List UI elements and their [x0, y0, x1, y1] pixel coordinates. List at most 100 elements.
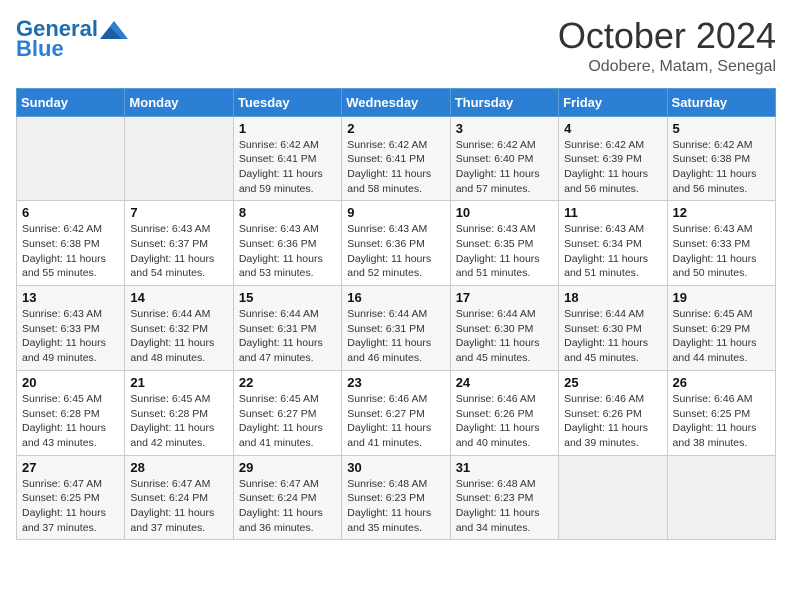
- day-info: Sunrise: 6:44 AM Sunset: 6:30 PM Dayligh…: [564, 307, 661, 366]
- logo-icon: [100, 21, 128, 39]
- day-number: 7: [130, 205, 227, 220]
- calendar-cell: 4 Sunrise: 6:42 AM Sunset: 6:39 PM Daylig…: [559, 116, 667, 201]
- day-number: 12: [673, 205, 770, 220]
- day-info: Sunrise: 6:42 AM Sunset: 6:40 PM Dayligh…: [456, 138, 553, 197]
- day-number: 4: [564, 121, 661, 136]
- day-info: Sunrise: 6:48 AM Sunset: 6:23 PM Dayligh…: [456, 477, 553, 536]
- day-number: 14: [130, 290, 227, 305]
- day-number: 22: [239, 375, 336, 390]
- day-info: Sunrise: 6:44 AM Sunset: 6:32 PM Dayligh…: [130, 307, 227, 366]
- calendar-cell: 6 Sunrise: 6:42 AM Sunset: 6:38 PM Daylig…: [17, 201, 125, 286]
- day-info: Sunrise: 6:46 AM Sunset: 6:25 PM Dayligh…: [673, 392, 770, 451]
- weekday-header-tuesday: Tuesday: [233, 88, 341, 116]
- calendar-cell: 27 Sunrise: 6:47 AM Sunset: 6:25 PM Dayli…: [17, 455, 125, 540]
- calendar-cell: 23 Sunrise: 6:46 AM Sunset: 6:27 PM Dayli…: [342, 370, 450, 455]
- calendar-cell: 13 Sunrise: 6:43 AM Sunset: 6:33 PM Dayli…: [17, 286, 125, 371]
- calendar-cell: 7 Sunrise: 6:43 AM Sunset: 6:37 PM Daylig…: [125, 201, 233, 286]
- day-number: 21: [130, 375, 227, 390]
- day-info: Sunrise: 6:48 AM Sunset: 6:23 PM Dayligh…: [347, 477, 444, 536]
- calendar-cell: [125, 116, 233, 201]
- calendar-cell: [559, 455, 667, 540]
- calendar-cell: 29 Sunrise: 6:47 AM Sunset: 6:24 PM Dayli…: [233, 455, 341, 540]
- day-number: 9: [347, 205, 444, 220]
- calendar-cell: 22 Sunrise: 6:45 AM Sunset: 6:27 PM Dayli…: [233, 370, 341, 455]
- day-number: 2: [347, 121, 444, 136]
- calendar-week-1: 1Sunrise: 6:42 AM Sunset: 6:41 PM Daylig…: [17, 116, 776, 201]
- day-info: Sunrise: 6:47 AM Sunset: 6:24 PM Dayligh…: [239, 477, 336, 536]
- day-number: 30: [347, 460, 444, 475]
- day-info: Sunrise: 6:45 AM Sunset: 6:28 PM Dayligh…: [130, 392, 227, 451]
- calendar-cell: 14 Sunrise: 6:44 AM Sunset: 6:32 PM Dayli…: [125, 286, 233, 371]
- day-number: 28: [130, 460, 227, 475]
- day-number: 13: [22, 290, 119, 305]
- calendar-cell: 21 Sunrise: 6:45 AM Sunset: 6:28 PM Dayli…: [125, 370, 233, 455]
- calendar-cell: 20 Sunrise: 6:45 AM Sunset: 6:28 PM Dayli…: [17, 370, 125, 455]
- calendar-week-2: 6 Sunrise: 6:42 AM Sunset: 6:38 PM Daylig…: [17, 201, 776, 286]
- day-info: Sunrise: 6:42 AM Sunset: 6:41 PM Dayligh…: [347, 138, 444, 197]
- location-title: Odobere, Matam, Senegal: [558, 58, 776, 76]
- day-info: Sunrise: 6:43 AM Sunset: 6:37 PM Dayligh…: [130, 222, 227, 281]
- weekday-header-friday: Friday: [559, 88, 667, 116]
- day-number: 24: [456, 375, 553, 390]
- day-number: 23: [347, 375, 444, 390]
- calendar-week-4: 20 Sunrise: 6:45 AM Sunset: 6:28 PM Dayli…: [17, 370, 776, 455]
- day-info: Sunrise: 6:45 AM Sunset: 6:28 PM Dayligh…: [22, 392, 119, 451]
- logo-blue-text: Blue: [16, 38, 64, 60]
- calendar-cell: 8Sunrise: 6:43 AM Sunset: 6:36 PM Daylig…: [233, 201, 341, 286]
- calendar-cell: 25 Sunrise: 6:46 AM Sunset: 6:26 PM Dayli…: [559, 370, 667, 455]
- day-number: 20: [22, 375, 119, 390]
- day-number: 6: [22, 205, 119, 220]
- calendar-cell: 28 Sunrise: 6:47 AM Sunset: 6:24 PM Dayli…: [125, 455, 233, 540]
- day-number: 19: [673, 290, 770, 305]
- weekday-header-thursday: Thursday: [450, 88, 558, 116]
- calendar-cell: 1Sunrise: 6:42 AM Sunset: 6:41 PM Daylig…: [233, 116, 341, 201]
- day-info: Sunrise: 6:46 AM Sunset: 6:26 PM Dayligh…: [564, 392, 661, 451]
- day-number: 27: [22, 460, 119, 475]
- day-info: Sunrise: 6:43 AM Sunset: 6:33 PM Dayligh…: [22, 307, 119, 366]
- calendar-cell: 2 Sunrise: 6:42 AM Sunset: 6:41 PM Daylig…: [342, 116, 450, 201]
- calendar-cell: [17, 116, 125, 201]
- day-info: Sunrise: 6:44 AM Sunset: 6:30 PM Dayligh…: [456, 307, 553, 366]
- day-number: 5: [673, 121, 770, 136]
- day-info: Sunrise: 6:44 AM Sunset: 6:31 PM Dayligh…: [239, 307, 336, 366]
- day-info: Sunrise: 6:47 AM Sunset: 6:24 PM Dayligh…: [130, 477, 227, 536]
- logo: General Blue: [16, 16, 128, 60]
- weekday-header-monday: Monday: [125, 88, 233, 116]
- calendar-week-5: 27 Sunrise: 6:47 AM Sunset: 6:25 PM Dayli…: [17, 455, 776, 540]
- calendar-cell: 5Sunrise: 6:42 AM Sunset: 6:38 PM Daylig…: [667, 116, 775, 201]
- weekday-header-saturday: Saturday: [667, 88, 775, 116]
- day-number: 3: [456, 121, 553, 136]
- calendar-cell: 12 Sunrise: 6:43 AM Sunset: 6:33 PM Dayli…: [667, 201, 775, 286]
- day-info: Sunrise: 6:43 AM Sunset: 6:35 PM Dayligh…: [456, 222, 553, 281]
- calendar-cell: 10Sunrise: 6:43 AM Sunset: 6:35 PM Dayli…: [450, 201, 558, 286]
- day-info: Sunrise: 6:42 AM Sunset: 6:39 PM Dayligh…: [564, 138, 661, 197]
- day-info: Sunrise: 6:45 AM Sunset: 6:27 PM Dayligh…: [239, 392, 336, 451]
- day-info: Sunrise: 6:46 AM Sunset: 6:27 PM Dayligh…: [347, 392, 444, 451]
- weekday-header-row: SundayMondayTuesdayWednesdayThursdayFrid…: [17, 88, 776, 116]
- calendar-cell: 24 Sunrise: 6:46 AM Sunset: 6:26 PM Dayli…: [450, 370, 558, 455]
- calendar-cell: 19Sunrise: 6:45 AM Sunset: 6:29 PM Dayli…: [667, 286, 775, 371]
- calendar-cell: 9 Sunrise: 6:43 AM Sunset: 6:36 PM Daylig…: [342, 201, 450, 286]
- calendar-cell: 11Sunrise: 6:43 AM Sunset: 6:34 PM Dayli…: [559, 201, 667, 286]
- calendar-cell: 16Sunrise: 6:44 AM Sunset: 6:31 PM Dayli…: [342, 286, 450, 371]
- weekday-header-wednesday: Wednesday: [342, 88, 450, 116]
- day-info: Sunrise: 6:43 AM Sunset: 6:33 PM Dayligh…: [673, 222, 770, 281]
- calendar-week-3: 13 Sunrise: 6:43 AM Sunset: 6:33 PM Dayli…: [17, 286, 776, 371]
- day-info: Sunrise: 6:46 AM Sunset: 6:26 PM Dayligh…: [456, 392, 553, 451]
- calendar-cell: 30 Sunrise: 6:48 AM Sunset: 6:23 PM Dayli…: [342, 455, 450, 540]
- calendar-cell: 17 Sunrise: 6:44 AM Sunset: 6:30 PM Dayli…: [450, 286, 558, 371]
- day-info: Sunrise: 6:47 AM Sunset: 6:25 PM Dayligh…: [22, 477, 119, 536]
- title-area: October 2024 Odobere, Matam, Senegal: [558, 16, 776, 76]
- day-number: 15: [239, 290, 336, 305]
- day-info: Sunrise: 6:42 AM Sunset: 6:41 PM Dayligh…: [239, 138, 336, 197]
- day-info: Sunrise: 6:43 AM Sunset: 6:36 PM Dayligh…: [347, 222, 444, 281]
- day-info: Sunrise: 6:42 AM Sunset: 6:38 PM Dayligh…: [22, 222, 119, 281]
- day-number: 11: [564, 205, 661, 220]
- day-number: 17: [456, 290, 553, 305]
- day-number: 25: [564, 375, 661, 390]
- day-number: 29: [239, 460, 336, 475]
- calendar-table: SundayMondayTuesdayWednesdayThursdayFrid…: [16, 88, 776, 541]
- calendar-cell: 18Sunrise: 6:44 AM Sunset: 6:30 PM Dayli…: [559, 286, 667, 371]
- day-number: 16: [347, 290, 444, 305]
- day-number: 31: [456, 460, 553, 475]
